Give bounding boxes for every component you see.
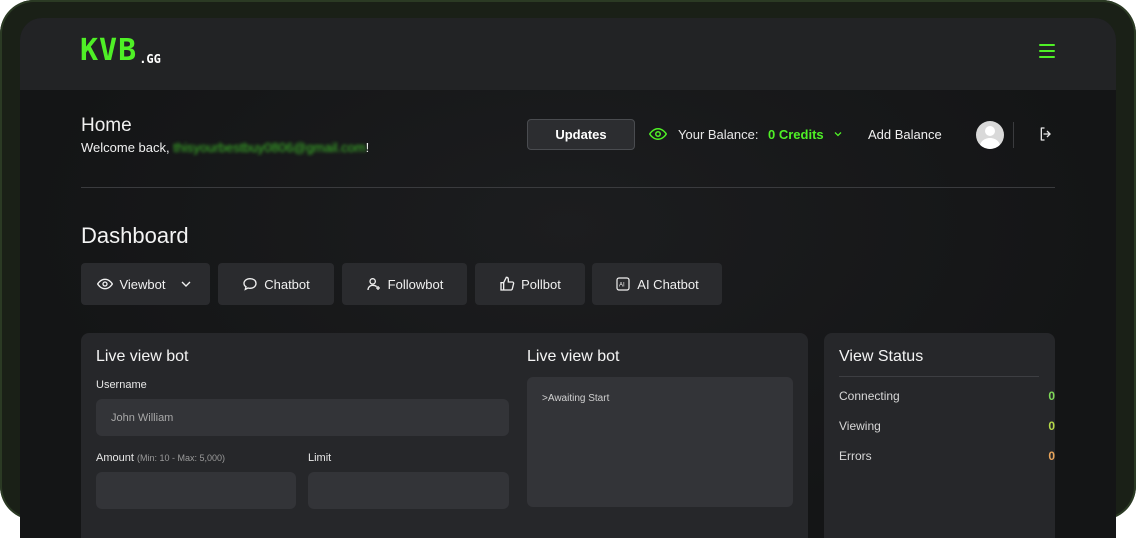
status-value: 0: [1048, 449, 1055, 463]
logo[interactable]: KVB .GG: [80, 33, 161, 68]
tab-viewbot[interactable]: Viewbot: [81, 263, 210, 305]
ai-icon: AI: [616, 277, 630, 291]
tab-label: Followbot: [387, 276, 444, 292]
amount-hint: (Min: 10 - Max: 5,000): [136, 453, 226, 463]
amount-input[interactable]: [96, 472, 296, 509]
chevron-down-icon: [181, 281, 190, 287]
tab-followbot[interactable]: Followbot: [342, 263, 467, 305]
status-divider: [839, 376, 1039, 377]
limit-label: Limit: [308, 452, 332, 464]
chevron-down-icon[interactable]: [832, 128, 844, 140]
username-input[interactable]: John William: [96, 399, 509, 436]
chat-icon: [243, 277, 257, 291]
top-bar: KVB .GG: [20, 18, 1116, 90]
hamburger-menu-icon[interactable]: [1039, 44, 1055, 58]
eye-icon: [97, 278, 114, 290]
add-balance-link[interactable]: Add Balance: [868, 127, 942, 142]
balance-value[interactable]: 0 Credits: [768, 127, 824, 142]
limit-input[interactable]: [308, 472, 509, 509]
status-label: Errors: [839, 449, 872, 463]
status-value: 0: [1048, 419, 1055, 433]
tab-label: Pollbot: [521, 276, 561, 292]
status-row-errors: Errors 0: [839, 449, 1055, 463]
tab-label: AI Chatbot: [637, 276, 699, 292]
page-title: Home: [81, 115, 132, 136]
console-log: >Awaiting Start: [527, 377, 793, 507]
tab-ai-chatbot[interactable]: AI AI Chatbot: [592, 263, 722, 305]
status-label: Viewing: [839, 419, 881, 433]
tab-label: Viewbot: [119, 276, 166, 292]
balance-label: Your Balance:: [678, 127, 759, 142]
dashboard-title: Dashboard: [81, 223, 189, 248]
app-screen: KVB .GG Home Welcome back, thisyourbestb…: [20, 18, 1116, 538]
device-frame: KVB .GG Home Welcome back, thisyourbestb…: [0, 0, 1136, 538]
status-title: View Status: [839, 348, 924, 365]
updates-button[interactable]: Updates: [527, 119, 635, 150]
status-value: 0: [1048, 389, 1055, 403]
tab-pollbot[interactable]: Pollbot: [475, 263, 585, 305]
welcome-prefix: Welcome back,: [81, 140, 174, 155]
tab-label: Chatbot: [264, 276, 310, 292]
header-divider: [81, 187, 1055, 188]
eye-icon: [649, 127, 667, 141]
form-title: Live view bot: [96, 348, 189, 365]
status-row-viewing: Viewing 0: [839, 419, 1055, 433]
console-text: >Awaiting Start: [542, 393, 610, 404]
status-row-connecting: Connecting 0: [839, 389, 1055, 403]
status-label: Connecting: [839, 389, 900, 403]
amount-label: Amount (Min: 10 - Max: 5,000): [96, 452, 225, 464]
tab-chatbot[interactable]: Chatbot: [218, 263, 334, 305]
divider: [1013, 122, 1014, 148]
thumbs-up-icon: [500, 276, 515, 291]
welcome-message: Welcome back, thisyourbestbuy0806@gmail.…: [81, 140, 369, 155]
user-plus-icon: [367, 278, 380, 291]
amount-label-text: Amount: [96, 452, 134, 464]
username-label: Username: [96, 379, 147, 391]
welcome-email: thisyourbestbuy0806@gmail.com: [173, 140, 366, 155]
welcome-suffix: !: [365, 140, 370, 155]
logo-main: KVB: [80, 33, 138, 68]
logo-sub: .GG: [139, 52, 161, 66]
logout-icon[interactable]: [1038, 126, 1054, 142]
svg-text:AI: AI: [619, 283, 625, 289]
avatar[interactable]: [976, 121, 1004, 149]
console-title: Live view bot: [527, 348, 620, 365]
